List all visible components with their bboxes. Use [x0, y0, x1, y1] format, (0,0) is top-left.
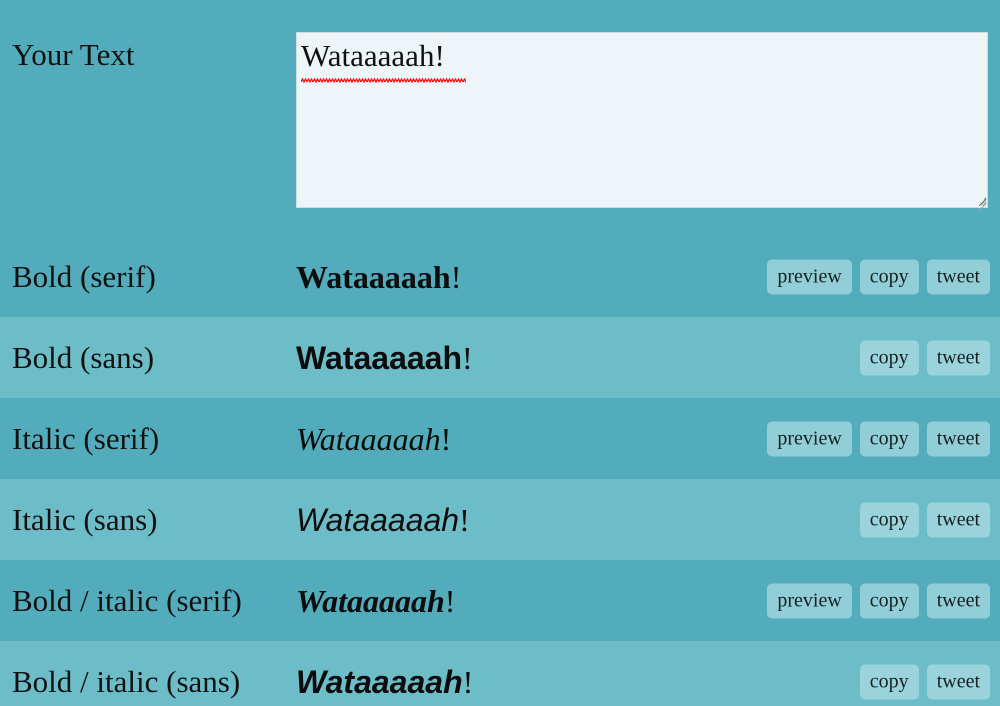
copy-button[interactable]: copy — [859, 502, 919, 537]
style-row-actions: preview copy tweet — [767, 259, 990, 294]
styled-text-punctuation: ! — [462, 339, 473, 376]
preview-button[interactable]: preview — [767, 259, 852, 294]
style-row-label: Italic (serif) — [12, 420, 160, 456]
style-row: Italic (serif) Wataaaaah! preview copy tweet — [0, 398, 1000, 479]
style-row-label: Bold (sans) — [12, 339, 155, 375]
styled-text-punctuation: ! — [459, 501, 470, 538]
styled-text-preview: Wataaaaah! — [296, 663, 473, 701]
style-row: Bold / italic (sans) Wataaaaah! copy tweet — [0, 641, 1000, 706]
style-row: Bold (serif) Wataaaaah! preview copy tweet — [0, 236, 1000, 317]
styled-text-preview: Wataaaaah! — [296, 501, 470, 539]
copy-button[interactable]: copy — [859, 664, 919, 699]
style-row-actions: preview copy tweet — [767, 421, 990, 456]
styled-text-letters: Wataaaaah — [296, 258, 451, 295]
styled-text-letters: Wataaaaah — [296, 582, 445, 619]
style-row-actions: preview copy tweet — [767, 583, 990, 618]
style-rows-list: Bold (serif) Wataaaaah! preview copy tweet Bo… — [0, 236, 1000, 706]
tweet-button[interactable]: tweet — [926, 664, 990, 699]
style-row-actions: copy tweet — [859, 664, 990, 699]
tweet-button[interactable]: tweet — [926, 421, 990, 456]
tweet-button[interactable]: tweet — [926, 502, 990, 537]
tweet-button[interactable]: tweet — [926, 340, 990, 375]
styled-text-preview: Wataaaaah! — [296, 420, 451, 458]
preview-button[interactable]: preview — [767, 421, 852, 456]
input-section: Your Text — [0, 0, 1000, 236]
styled-text-letters: Wataaaaah — [296, 663, 463, 700]
user-text-input[interactable] — [296, 32, 988, 208]
style-row: Bold / italic (serif) Wataaaaah! preview co… — [0, 560, 1000, 641]
style-row: Bold (sans) Wataaaaah! copy tweet — [0, 317, 1000, 398]
styled-text-punctuation: ! — [450, 258, 462, 295]
style-row-label: Bold / italic (serif) — [12, 582, 242, 618]
styled-text-preview: Wataaaaah! — [296, 582, 455, 620]
styled-text-punctuation: ! — [440, 420, 452, 457]
style-row: Italic (sans) Wataaaaah! copy tweet — [0, 479, 1000, 560]
preview-button[interactable]: preview — [767, 583, 852, 618]
styled-text-letters: Wataaaaah — [296, 420, 441, 457]
styled-text-preview: Wataaaaah! — [296, 258, 461, 296]
style-row-label: Bold (serif) — [12, 258, 156, 294]
style-row-label: Italic (sans) — [12, 501, 158, 537]
style-row-actions: copy tweet — [859, 502, 990, 537]
copy-button[interactable]: copy — [859, 340, 919, 375]
tweet-button[interactable]: tweet — [926, 259, 990, 294]
user-text-field-wrapper — [296, 32, 988, 212]
text-styler-page: Your Text Bold (serif)Wataaaaah!previewc… — [0, 0, 1000, 706]
styled-text-punctuation: ! — [444, 582, 456, 619]
copy-button[interactable]: copy — [859, 583, 919, 618]
styled-text-letters: Wataaaaah — [296, 339, 462, 376]
tweet-button[interactable]: tweet — [926, 583, 990, 618]
styled-text-letters: Wataaaaah — [296, 501, 460, 538]
style-row-actions: copy tweet — [859, 340, 990, 375]
styled-text-punctuation: ! — [462, 663, 474, 700]
copy-button[interactable]: copy — [859, 421, 919, 456]
copy-button[interactable]: copy — [859, 259, 919, 294]
style-row-label: Bold / italic (sans) — [12, 663, 241, 699]
your-text-label: Your Text — [12, 37, 135, 72]
styled-text-preview: Wataaaaah! — [296, 339, 473, 377]
